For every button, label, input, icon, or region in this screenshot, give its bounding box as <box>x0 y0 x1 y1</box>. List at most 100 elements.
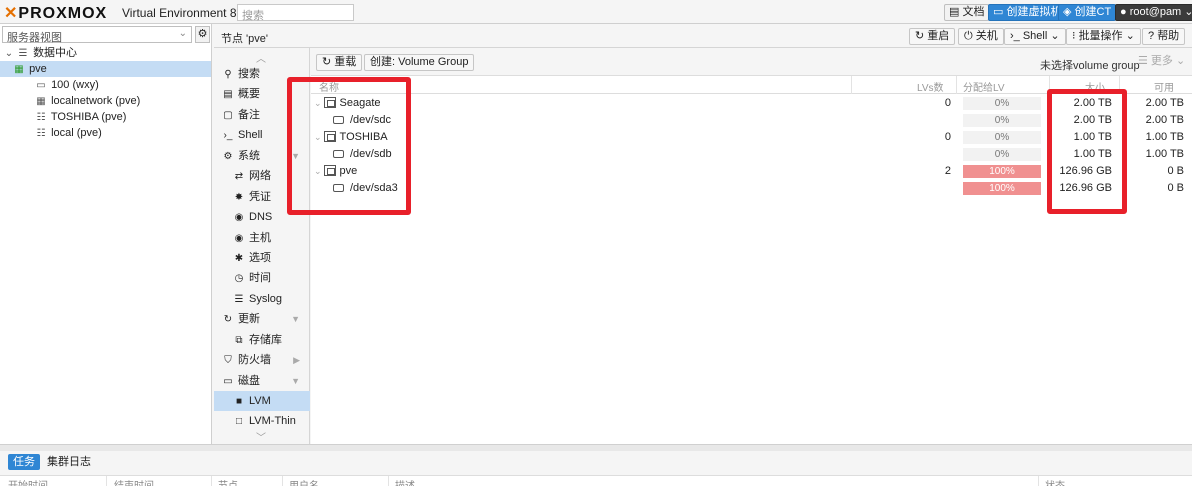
tab-tasks[interactable]: 任务 <box>8 454 40 470</box>
column-header-lvs[interactable]: LVs数 <box>917 79 944 94</box>
menu-item-lvm-thin[interactable]: □ LVM-Thin <box>214 411 310 431</box>
lvm-toolbar: ↻ 重载 创建: Volume Group 未选择volume group ☰ … <box>311 48 1192 76</box>
summary-icon: ▤ <box>223 89 233 100</box>
menu-item-disks[interactable]: ▭ 磁盘 ▼ <box>214 371 310 391</box>
refresh-icon: ↻ <box>322 56 335 68</box>
menu-item-repositories[interactable]: ⧉ 存储库 <box>214 330 310 350</box>
column-header-description[interactable]: 描述 <box>395 477 415 486</box>
column-header-start-time[interactable]: 开始时间 <box>8 477 48 486</box>
tree-item-datacenter[interactable]: ⌄ ☰ 数据中心 <box>0 45 211 61</box>
gear-icon: ✱ <box>234 253 244 264</box>
docs-button[interactable]: ▤ 文档 <box>944 4 990 21</box>
bulk-actions-button[interactable]: ⁝ 批量操作 ⌄ <box>1066 28 1141 45</box>
user-icon: ● <box>1120 6 1130 18</box>
restart-icon: ↻ <box>915 30 928 42</box>
menu-item-options[interactable]: ✱ 选项 <box>214 248 310 268</box>
chevron-down-icon: ▼ <box>291 376 300 386</box>
chevron-down-icon: ⌄ <box>1122 30 1135 42</box>
terminal-icon: ›_ <box>223 130 233 141</box>
panel-splitter[interactable] <box>0 444 1192 451</box>
user-menu-button[interactable]: ● root@pam ⌄ <box>1115 4 1192 21</box>
datacenter-icon: ☰ <box>18 48 28 59</box>
view-selector[interactable]: 服务器视图 ⌄ <box>2 26 192 44</box>
repository-icon: ⧉ <box>235 335 243 346</box>
disk-icon: ▭ <box>223 376 233 387</box>
usage-bar: 0% <box>963 148 1041 161</box>
list-icon: ☰ <box>234 294 244 305</box>
shutdown-button[interactable]: ⏻ 关机 <box>958 28 1004 45</box>
cogs-icon: ⚙ <box>223 151 233 162</box>
usage-bar: 0% <box>963 131 1041 144</box>
resource-tree: 服务器视图 ⌄ ⚙ ⌄ ☰ 数据中心 ▦ pve ▭ 100 (wxy) ▦ loc… <box>0 24 212 444</box>
selection-status: 未选择volume group <box>1040 60 1140 72</box>
usage-bar: 100% <box>963 165 1041 178</box>
tree-item-pve[interactable]: ▦ pve <box>0 61 211 77</box>
column-separator <box>388 476 389 486</box>
globe-icon: ◉ <box>234 233 244 244</box>
column-header-status[interactable]: 状态 <box>1045 477 1065 486</box>
column-header-node[interactable]: 节点 <box>218 477 238 486</box>
power-icon: ⏻ <box>964 30 976 42</box>
chevron-down-icon: ⌄ <box>178 28 187 39</box>
menu-item-updates[interactable]: ↻ 更新 ▼ <box>214 309 310 329</box>
column-separator <box>282 476 283 486</box>
cube-icon: ◈ <box>1063 6 1075 18</box>
notes-icon: ▢ <box>223 110 233 121</box>
tree-item-vm-100[interactable]: ▭ 100 (wxy) <box>0 77 211 93</box>
gear-icon: ⚙ <box>197 28 208 40</box>
global-search-input[interactable]: 搜索 <box>237 4 354 22</box>
tree-item-toshiba-storage[interactable]: ☷ TOSHIBA (pve) <box>0 109 211 125</box>
menu-item-syslog[interactable]: ☰ Syslog <box>214 289 310 309</box>
scroll-up-icon[interactable]: ︿ <box>256 50 266 65</box>
collapse-icon: ⌄ <box>4 48 14 59</box>
annotation-box-names <box>287 77 411 215</box>
create-vm-button[interactable]: ▭ 创建虚拟机 <box>988 4 1067 21</box>
column-separator <box>211 476 212 486</box>
monitor-icon: ▭ <box>993 6 1007 18</box>
menu-item-hosts[interactable]: ◉ 主机 <box>214 228 310 248</box>
menu-item-firewall[interactable]: ⛉ 防火墙 ▶ <box>214 350 310 370</box>
chevron-down-icon: ⌄ <box>1172 55 1186 67</box>
tree-settings-button[interactable]: ⚙ <box>195 26 210 43</box>
storage-icon: ☷ <box>36 112 46 123</box>
proxmox-logo: ✕PROXMOX <box>4 5 108 22</box>
reload-button[interactable]: ↻ 重载 <box>316 54 363 71</box>
terminal-icon: ›_ <box>1010 30 1023 42</box>
help-button[interactable]: ? 帮助 <box>1142 28 1186 45</box>
usage-bar: 0% <box>963 114 1041 127</box>
network-grid-icon: ▦ <box>36 96 46 107</box>
column-separator <box>1038 476 1039 486</box>
chevron-right-icon: ▶ <box>293 355 300 365</box>
more-button[interactable]: ☰ 更多 ⌄ <box>1138 54 1185 71</box>
column-header-free[interactable]: 可用 <box>1154 79 1174 94</box>
tab-cluster-log[interactable]: 集群日志 <box>42 454 96 470</box>
annotation-box-sizes <box>1047 89 1127 214</box>
shell-button[interactable]: ›_ Shell ⌄ <box>1004 28 1066 45</box>
tree-item-localnetwork[interactable]: ▦ localnetwork (pve) <box>0 93 211 109</box>
refresh-icon: ↻ <box>223 314 233 325</box>
vm-icon: ▭ <box>36 80 46 91</box>
page-title: 节点 'pve' <box>221 33 268 45</box>
restart-button[interactable]: ↻ 重启 <box>909 28 956 45</box>
help-icon: ? <box>1148 30 1158 42</box>
tree-item-local-storage[interactable]: ☷ local (pve) <box>0 125 211 141</box>
create-ct-button[interactable]: ◈ 创建CT <box>1058 4 1117 21</box>
menu-item-time[interactable]: ◷ 时间 <box>214 268 310 288</box>
menu-icon: ☰ <box>1138 55 1151 67</box>
search-icon: ⚲ <box>224 69 232 80</box>
column-header-end-time[interactable]: 结束时间 <box>114 477 154 486</box>
column-header-username[interactable]: 用户名 <box>289 477 319 486</box>
menu-item-lvm[interactable]: ■ LVM <box>214 391 310 411</box>
node-header: 节点 'pve' ↻ 重启 ⏻ 关机 ›_ Shell ⌄ ⁝ 批量操作 ⌄ ?… <box>214 24 1192 48</box>
chevron-down-icon: ⌄ <box>1047 30 1060 42</box>
column-separator <box>106 476 107 486</box>
column-header-assigned[interactable]: 分配给LV <box>963 79 1005 94</box>
clock-icon: ◷ <box>234 273 244 284</box>
create-volume-group-button[interactable]: 创建: Volume Group <box>364 54 475 71</box>
lvm-icon: ■ <box>235 396 243 407</box>
chevron-down-icon: ▼ <box>291 314 300 324</box>
certificate-icon: ✸ <box>234 192 244 203</box>
node-online-icon: ▦ <box>14 64 24 75</box>
network-icon: ⇄ <box>234 171 244 182</box>
scroll-down-icon[interactable]: ﹀ <box>256 429 266 444</box>
